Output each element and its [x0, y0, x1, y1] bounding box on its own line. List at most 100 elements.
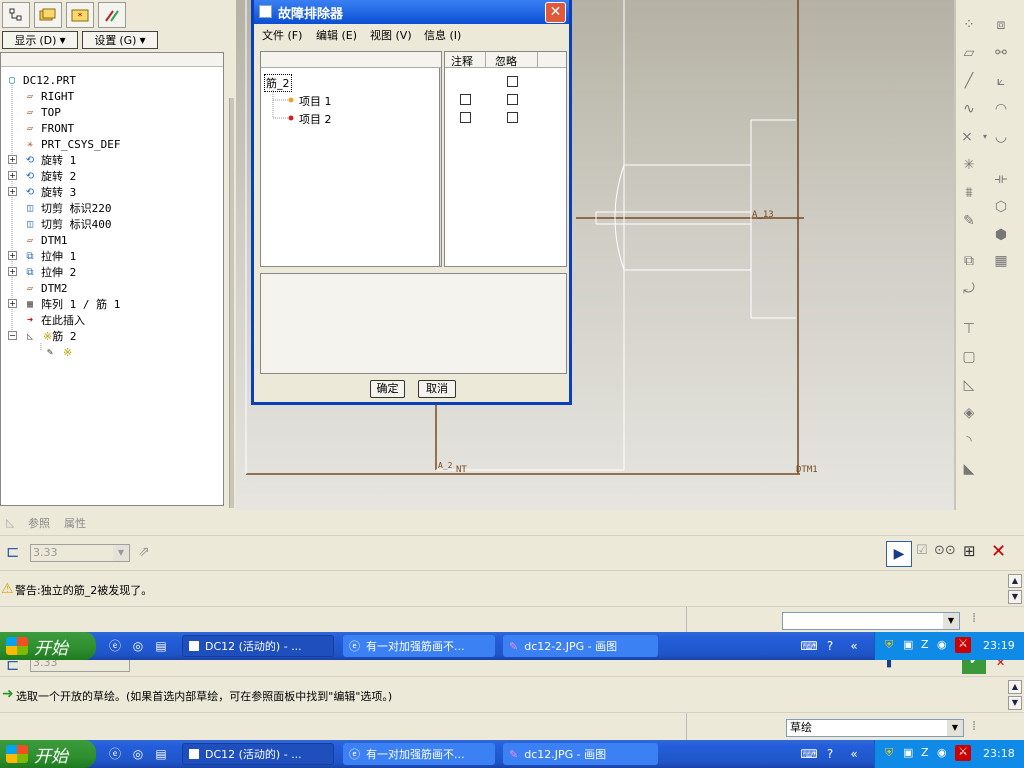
ok-button[interactable]: 确定	[370, 380, 405, 398]
merge-icon[interactable]: ⚯	[990, 42, 1012, 64]
datum-curve-tool-icon[interactable]: ∿	[958, 98, 980, 120]
csys-tool-icon[interactable]: ✳	[958, 154, 980, 176]
menu-file[interactable]: 文件 (F)	[262, 27, 302, 43]
keyboard-tray-icon[interactable]: ⌨	[800, 745, 818, 763]
tree-item-2[interactable]: 项目 2	[299, 111, 332, 127]
folder-browser-tab-icon[interactable]	[34, 2, 62, 28]
task-browser-top[interactable]: ⓔ 有一对加强筋画不...	[343, 635, 495, 657]
tree-item[interactable]: ▱ DTM2	[23, 280, 68, 296]
panel-splitter[interactable]	[229, 98, 234, 508]
tree-item[interactable]: ➜ 在此插入	[23, 312, 85, 328]
tree-item[interactable]: ▱ TOP	[23, 104, 61, 120]
scroll-down-button[interactable]: ▼	[1008, 590, 1022, 604]
dialog-titlebar[interactable]: 故障排除器	[254, 0, 569, 24]
shell-tool-icon[interactable]: ▢	[958, 346, 980, 368]
tree-item-1[interactable]: 项目 1	[299, 93, 332, 109]
extrude-tool-icon[interactable]: ⧉	[958, 250, 980, 272]
glasses-preview-icon[interactable]: ⊙⊙	[934, 543, 956, 558]
display-dropdown-button[interactable]: 显示 (D) ▼	[2, 31, 78, 49]
rib-tool-icon[interactable]: ◺	[958, 374, 980, 396]
menu-view[interactable]: 视图 (V)	[370, 27, 412, 43]
tree-expand-toggle[interactable]: +	[8, 251, 17, 260]
tree-item[interactable]: ⟲ 旋转 1	[23, 152, 76, 168]
thickness-value-field[interactable]: 3.33 ▼	[30, 544, 130, 562]
volume-tray-icon[interactable]: ◉	[937, 746, 947, 759]
tab-properties[interactable]: 属性	[64, 515, 86, 531]
tree-item[interactable]: ◺ ※ 筋 2	[23, 328, 76, 344]
tab-references[interactable]: 参照	[28, 515, 50, 531]
tree-expand-toggle[interactable]: −	[8, 331, 17, 340]
analysis-tool-icon[interactable]: ⩩	[958, 182, 980, 204]
tree-expand-toggle[interactable]: +	[8, 171, 17, 180]
ignore-checkbox-root[interactable]	[507, 76, 518, 87]
start-button-top[interactable]: 开始	[0, 632, 96, 660]
copy-geometry-icon[interactable]: ⧈	[990, 14, 1012, 36]
keyboard-tray-icon[interactable]: ⌨	[800, 637, 818, 655]
tree-expand-toggle[interactable]: +	[8, 187, 17, 196]
cancel-feature-icon[interactable]: ✕	[991, 541, 1006, 562]
tree-item[interactable]: ⟲ 旋转 2	[23, 168, 76, 184]
desktop-quicklaunch-icon[interactable]: ▤	[152, 637, 170, 655]
dialog-close-button[interactable]: ✕	[545, 2, 566, 23]
tree-item[interactable]: ✳ PRT_CSYS_DEF	[23, 136, 121, 152]
tree-expand-toggle[interactable]: +	[8, 267, 17, 276]
tray-expand-icon[interactable]: «	[845, 637, 863, 655]
hole-tool-icon[interactable]: ⊤	[958, 318, 980, 340]
flip-direction-icon[interactable]: ⇗	[138, 544, 150, 560]
volume-tray-icon[interactable]: ◉	[937, 638, 947, 651]
datum-axis-tool-icon[interactable]: ╱	[958, 70, 980, 92]
datum-plane-tool-icon[interactable]: ▱	[958, 42, 980, 64]
confirm-feature-icon[interactable]: ✔	[962, 660, 986, 674]
note-checkbox-2[interactable]	[460, 112, 471, 123]
tree-item[interactable]: ▱ FRONT	[23, 120, 74, 136]
trim-icon[interactable]: ⟀	[990, 70, 1012, 92]
antivirus-tray-icon[interactable]: ⚔	[955, 637, 971, 653]
selection-filter-top[interactable]: ▼	[782, 612, 960, 630]
security-tray-icon[interactable]: ⛨	[885, 638, 893, 652]
media-quicklaunch-icon[interactable]: ◎	[129, 745, 147, 763]
tree-item[interactable]: ◫ 切剪 标识400	[23, 216, 112, 232]
task-proe-bottom[interactable]: DC12 (活动的) - ...	[182, 743, 334, 765]
pattern-tool-icon[interactable]: ▦	[990, 250, 1012, 272]
tree-expand-toggle[interactable]: +	[8, 155, 17, 164]
column-header-note[interactable]: 注释	[451, 53, 473, 69]
ime-tray-icon[interactable]: Z	[921, 638, 929, 651]
help-tray-icon[interactable]: ?	[821, 745, 839, 763]
round-tool-icon[interactable]: ◝	[958, 430, 980, 452]
pane-resize-handle[interactable]	[439, 68, 441, 266]
ie-quicklaunch-icon[interactable]: ⓔ	[106, 745, 124, 763]
tree-item[interactable]: ⧉ 拉伸 1	[23, 248, 76, 264]
tree-item[interactable]: ▱ DTM1	[23, 232, 68, 248]
menu-edit[interactable]: 编辑 (E)	[316, 27, 357, 43]
model-tree-tab-icon[interactable]	[2, 2, 30, 28]
intersect-icon[interactable]: ⬢	[990, 224, 1012, 246]
datum-point-tool-icon[interactable]: ⨯	[956, 126, 978, 148]
tree-item[interactable]: ▦ 阵列 1 / 筋 1	[23, 296, 120, 312]
datum-display-icon[interactable]: ⁘	[958, 14, 980, 36]
tree-item[interactable]: ▢ DC12.PRT	[5, 72, 76, 88]
feature-verify-icon[interactable]: ⊞	[963, 542, 976, 560]
favorites-tab-icon[interactable]: *	[66, 2, 94, 28]
scroll-up-button[interactable]: ▲	[1008, 574, 1022, 588]
task-paint-top[interactable]: ✎ dc12-2.JPG - 画图	[503, 635, 658, 657]
sketch-tool-icon[interactable]: ✎	[958, 210, 980, 232]
tree-item[interactable]: ▱ RIGHT	[23, 88, 74, 104]
note-checkbox-1[interactable]	[460, 94, 471, 105]
antivirus-tray-icon[interactable]: ⚔	[955, 745, 971, 761]
datum-point-dropdown-icon[interactable]: ▾	[980, 126, 990, 148]
pause-play-button[interactable]: ▶	[886, 541, 912, 567]
help-tray-icon[interactable]: ?	[821, 637, 839, 655]
desktop-quicklaunch-icon[interactable]: ▤	[152, 745, 170, 763]
preview-checkbox-icon[interactable]: ☑	[916, 543, 928, 558]
ignore-checkbox-1[interactable]	[507, 94, 518, 105]
offset-icon[interactable]: ◠	[990, 98, 1012, 120]
ie-quicklaunch-icon[interactable]: ⓔ	[106, 637, 124, 655]
connections-tab-icon[interactable]	[98, 2, 126, 28]
column-header-ignore[interactable]: 忽略	[495, 53, 517, 69]
thickness-value-field-lower[interactable]: 3.33	[30, 660, 130, 672]
start-button-bottom[interactable]: 开始	[0, 740, 96, 768]
cancel-button[interactable]: 取消	[418, 380, 456, 398]
tree-item[interactable]: ✎ ※	[43, 344, 72, 360]
tray-expand-icon[interactable]: «	[845, 745, 863, 763]
scroll-up-button-lower[interactable]: ▲	[1008, 680, 1022, 694]
